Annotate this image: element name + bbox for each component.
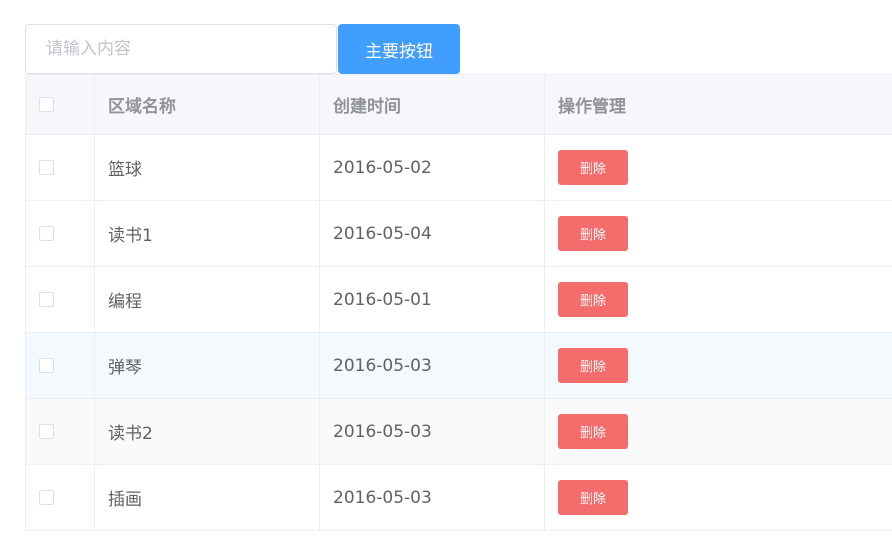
header-checkbox-cell [26,75,95,134]
row-checkbox[interactable] [39,424,54,439]
column-header-operations: 操作管理 [558,97,626,117]
operations-cell: 删除 [545,135,892,200]
row-checkbox-cell [26,135,95,200]
created-time-cell: 2016-05-03 [320,333,545,398]
row-checkbox-cell [26,399,95,464]
created-time-cell: 2016-05-02 [320,135,545,200]
column-header-created-time: 创建时间 [320,75,545,134]
delete-button[interactable]: 删除 [558,216,628,251]
table-row: 篮球 2016-05-02 删除 [26,135,892,201]
search-input[interactable] [25,24,337,74]
primary-button[interactable]: 主要按钮 [338,24,460,74]
table-row: 读书2 2016-05-03 删除 [26,399,892,465]
select-all-checkbox[interactable] [39,97,54,112]
column-header-region-name: 区域名称 [95,75,320,134]
region-name-cell: 编程 [95,267,320,332]
region-name-cell: 读书2 [95,399,320,464]
created-time-cell: 2016-05-01 [320,267,545,332]
region-name-cell: 插画 [95,465,320,530]
row-checkbox[interactable] [39,226,54,241]
table-header-row: 区域名称 创建时间 操作管理 [26,75,892,135]
region-name-cell: 篮球 [95,135,320,200]
delete-button[interactable]: 删除 [558,282,628,317]
region-name-cell: 弹琴 [95,333,320,398]
row-checkbox[interactable] [39,160,54,175]
row-checkbox-cell [26,267,95,332]
toolbar: 主要按钮 [25,24,460,74]
delete-button[interactable]: 删除 [558,348,628,383]
delete-button[interactable]: 删除 [558,150,628,185]
operations-cell: 删除 [545,333,892,398]
region-name-cell: 读书1 [95,201,320,266]
row-checkbox-cell [26,201,95,266]
row-checkbox-cell [26,465,95,530]
row-checkbox[interactable] [39,358,54,373]
delete-button[interactable]: 删除 [558,414,628,449]
row-checkbox-cell [26,333,95,398]
operations-cell: 删除 [545,465,892,530]
table-row: 编程 2016-05-01 删除 [26,267,892,333]
table-row: 读书1 2016-05-04 删除 [26,201,892,267]
created-time-cell: 2016-05-03 [320,399,545,464]
created-time-cell: 2016-05-04 [320,201,545,266]
row-checkbox[interactable] [39,490,54,505]
table-row: 插画 2016-05-03 删除 [26,465,892,531]
operations-cell: 删除 [545,201,892,266]
operations-cell: 删除 [545,267,892,332]
row-checkbox[interactable] [39,292,54,307]
operations-cell: 删除 [545,399,892,464]
table-row: 弹琴 2016-05-03 删除 [26,333,892,399]
delete-button[interactable]: 删除 [558,480,628,515]
data-table: 区域名称 创建时间 操作管理 篮球 2016-05-02 删除 读书1 2016… [25,74,892,531]
created-time-cell: 2016-05-03 [320,465,545,530]
